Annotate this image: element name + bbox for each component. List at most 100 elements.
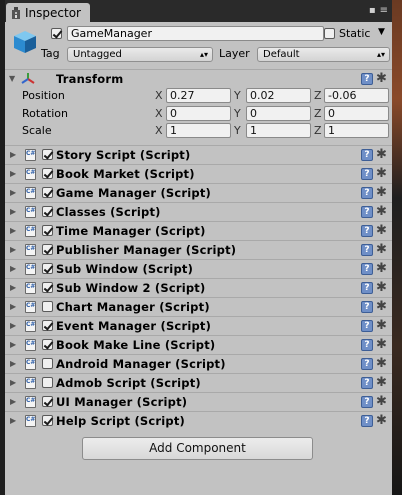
help-book-icon[interactable]: ? — [361, 396, 373, 408]
component-enabled-checkbox[interactable] — [42, 320, 53, 331]
component-enabled-checkbox[interactable] — [42, 415, 53, 426]
rotation-z-field[interactable]: 0 — [324, 106, 389, 121]
gear-icon[interactable]: ✱ — [376, 186, 387, 199]
component-enabled-checkbox[interactable] — [42, 187, 53, 198]
component-enabled-checkbox[interactable] — [42, 244, 53, 255]
help-book-icon[interactable]: ? — [361, 415, 373, 427]
component-row[interactable]: ▶ Sub Window (Script)?✱ — [5, 259, 392, 278]
component-row[interactable]: ▶ Event Manager (Script)?✱ — [5, 316, 392, 335]
help-book-icon[interactable]: ? — [361, 149, 373, 161]
component-enabled-checkbox[interactable] — [42, 149, 53, 160]
csharp-script-icon — [25, 301, 36, 313]
help-book-icon[interactable]: ? — [361, 187, 373, 199]
component-row[interactable]: ▶ Book Make Line (Script)?✱ — [5, 335, 392, 354]
layer-dropdown[interactable]: Default ▴▾ — [257, 47, 390, 62]
gear-icon[interactable]: ✱ — [376, 376, 387, 389]
lock-icon[interactable]: ▪ — [369, 5, 376, 16]
component-row[interactable]: ▶ Help Script (Script)?✱ — [5, 411, 392, 430]
gear-icon[interactable]: ✱ — [376, 357, 387, 370]
foldout-collapsed-icon[interactable]: ▶ — [10, 340, 16, 349]
component-row[interactable]: ▶ Story Script (Script)?✱ — [5, 145, 392, 164]
foldout-collapsed-icon[interactable]: ▶ — [10, 226, 16, 235]
foldout-collapsed-icon[interactable]: ▶ — [10, 302, 16, 311]
foldout-collapsed-icon[interactable]: ▶ — [10, 245, 16, 254]
position-y-field[interactable]: 0.02 — [246, 88, 311, 103]
foldout-collapsed-icon[interactable]: ▶ — [10, 264, 16, 273]
component-enabled-checkbox[interactable] — [42, 206, 53, 217]
help-book-icon[interactable]: ? — [361, 244, 373, 256]
gear-icon[interactable]: ✱ — [376, 72, 387, 85]
gear-icon[interactable]: ✱ — [376, 148, 387, 161]
gear-icon[interactable]: ✱ — [376, 262, 387, 275]
component-enabled-checkbox[interactable] — [42, 377, 53, 388]
active-checkbox[interactable] — [51, 28, 62, 39]
help-book-icon[interactable]: ? — [361, 320, 373, 332]
foldout-collapsed-icon[interactable]: ▶ — [10, 378, 16, 387]
foldout-collapsed-icon[interactable]: ▶ — [10, 283, 16, 292]
position-z-field[interactable]: -0.06 — [324, 88, 389, 103]
gear-icon[interactable]: ✱ — [376, 167, 387, 180]
foldout-collapsed-icon[interactable]: ▶ — [10, 188, 16, 197]
foldout-collapsed-icon[interactable]: ▶ — [10, 150, 16, 159]
foldout-collapsed-icon[interactable]: ▶ — [10, 207, 16, 216]
gear-icon[interactable]: ✱ — [376, 281, 387, 294]
gear-icon[interactable]: ✱ — [376, 395, 387, 408]
component-enabled-checkbox[interactable] — [42, 263, 53, 274]
gear-icon[interactable]: ✱ — [376, 224, 387, 237]
help-book-icon[interactable]: ? — [361, 339, 373, 351]
help-book-icon[interactable]: ? — [361, 301, 373, 313]
static-dropdown-arrow[interactable]: ▼ — [378, 27, 385, 37]
component-row[interactable]: ▶ Admob Script (Script)?✱ — [5, 373, 392, 392]
component-row[interactable]: ▶ Time Manager (Script)?✱ — [5, 221, 392, 240]
scale-x-field[interactable]: 1 — [166, 123, 231, 138]
gear-icon[interactable]: ✱ — [376, 319, 387, 332]
rotation-y-field[interactable]: 0 — [246, 106, 311, 121]
tab-inspector[interactable]: Inspector — [6, 3, 90, 22]
component-row[interactable]: ▶ Game Manager (Script)?✱ — [5, 183, 392, 202]
component-row[interactable]: ▶ Publisher Manager (Script)?✱ — [5, 240, 392, 259]
add-component-button[interactable]: Add Component — [82, 437, 313, 460]
component-row[interactable]: ▶ Chart Manager (Script)?✱ — [5, 297, 392, 316]
help-book-icon[interactable]: ? — [361, 73, 373, 85]
rotation-x-field[interactable]: 0 — [166, 106, 231, 121]
help-book-icon[interactable]: ? — [361, 206, 373, 218]
component-row[interactable]: ▶ UI Manager (Script)?✱ — [5, 392, 392, 411]
help-book-icon[interactable]: ? — [361, 225, 373, 237]
component-row[interactable]: ▶ Classes (Script)?✱ — [5, 202, 392, 221]
component-enabled-checkbox[interactable] — [42, 282, 53, 293]
menu-icon[interactable]: ≡ — [380, 5, 388, 16]
help-book-icon[interactable]: ? — [361, 358, 373, 370]
component-enabled-checkbox[interactable] — [42, 396, 53, 407]
foldout-collapsed-icon[interactable]: ▶ — [10, 169, 16, 178]
foldout-expanded-icon[interactable]: ▼ — [9, 74, 15, 83]
static-checkbox[interactable] — [324, 28, 335, 39]
scale-z-field[interactable]: 1 — [324, 123, 389, 138]
component-row[interactable]: ▶ Book Market (Script)?✱ — [5, 164, 392, 183]
help-book-icon[interactable]: ? — [361, 168, 373, 180]
scale-y-field[interactable]: 1 — [246, 123, 311, 138]
component-row[interactable]: ▶ Android Manager (Script)?✱ — [5, 354, 392, 373]
tag-dropdown[interactable]: Untagged ▴▾ — [67, 47, 213, 62]
transform-header[interactable]: ▼ Transform ? ✱ — [5, 69, 392, 88]
object-name-field[interactable]: GameManager — [67, 26, 324, 41]
component-enabled-checkbox[interactable] — [42, 168, 53, 179]
component-enabled-checkbox[interactable] — [42, 339, 53, 350]
foldout-collapsed-icon[interactable]: ▶ — [10, 397, 16, 406]
component-row[interactable]: ▶ Sub Window 2 (Script)?✱ — [5, 278, 392, 297]
help-book-icon[interactable]: ? — [361, 282, 373, 294]
help-book-icon[interactable]: ? — [361, 263, 373, 275]
gear-icon[interactable]: ✱ — [376, 338, 387, 351]
position-x-field[interactable]: 0.27 — [166, 88, 231, 103]
gear-icon[interactable]: ✱ — [376, 414, 387, 427]
gear-icon[interactable]: ✱ — [376, 243, 387, 256]
foldout-collapsed-icon[interactable]: ▶ — [10, 321, 16, 330]
gear-icon[interactable]: ✱ — [376, 205, 387, 218]
foldout-collapsed-icon[interactable]: ▶ — [10, 416, 16, 425]
help-book-icon[interactable]: ? — [361, 377, 373, 389]
component-enabled-checkbox[interactable] — [42, 358, 53, 369]
component-enabled-checkbox[interactable] — [42, 301, 53, 312]
foldout-collapsed-icon[interactable]: ▶ — [10, 359, 16, 368]
gear-icon[interactable]: ✱ — [376, 300, 387, 313]
component-enabled-checkbox[interactable] — [42, 225, 53, 236]
csharp-script-icon — [25, 396, 36, 408]
